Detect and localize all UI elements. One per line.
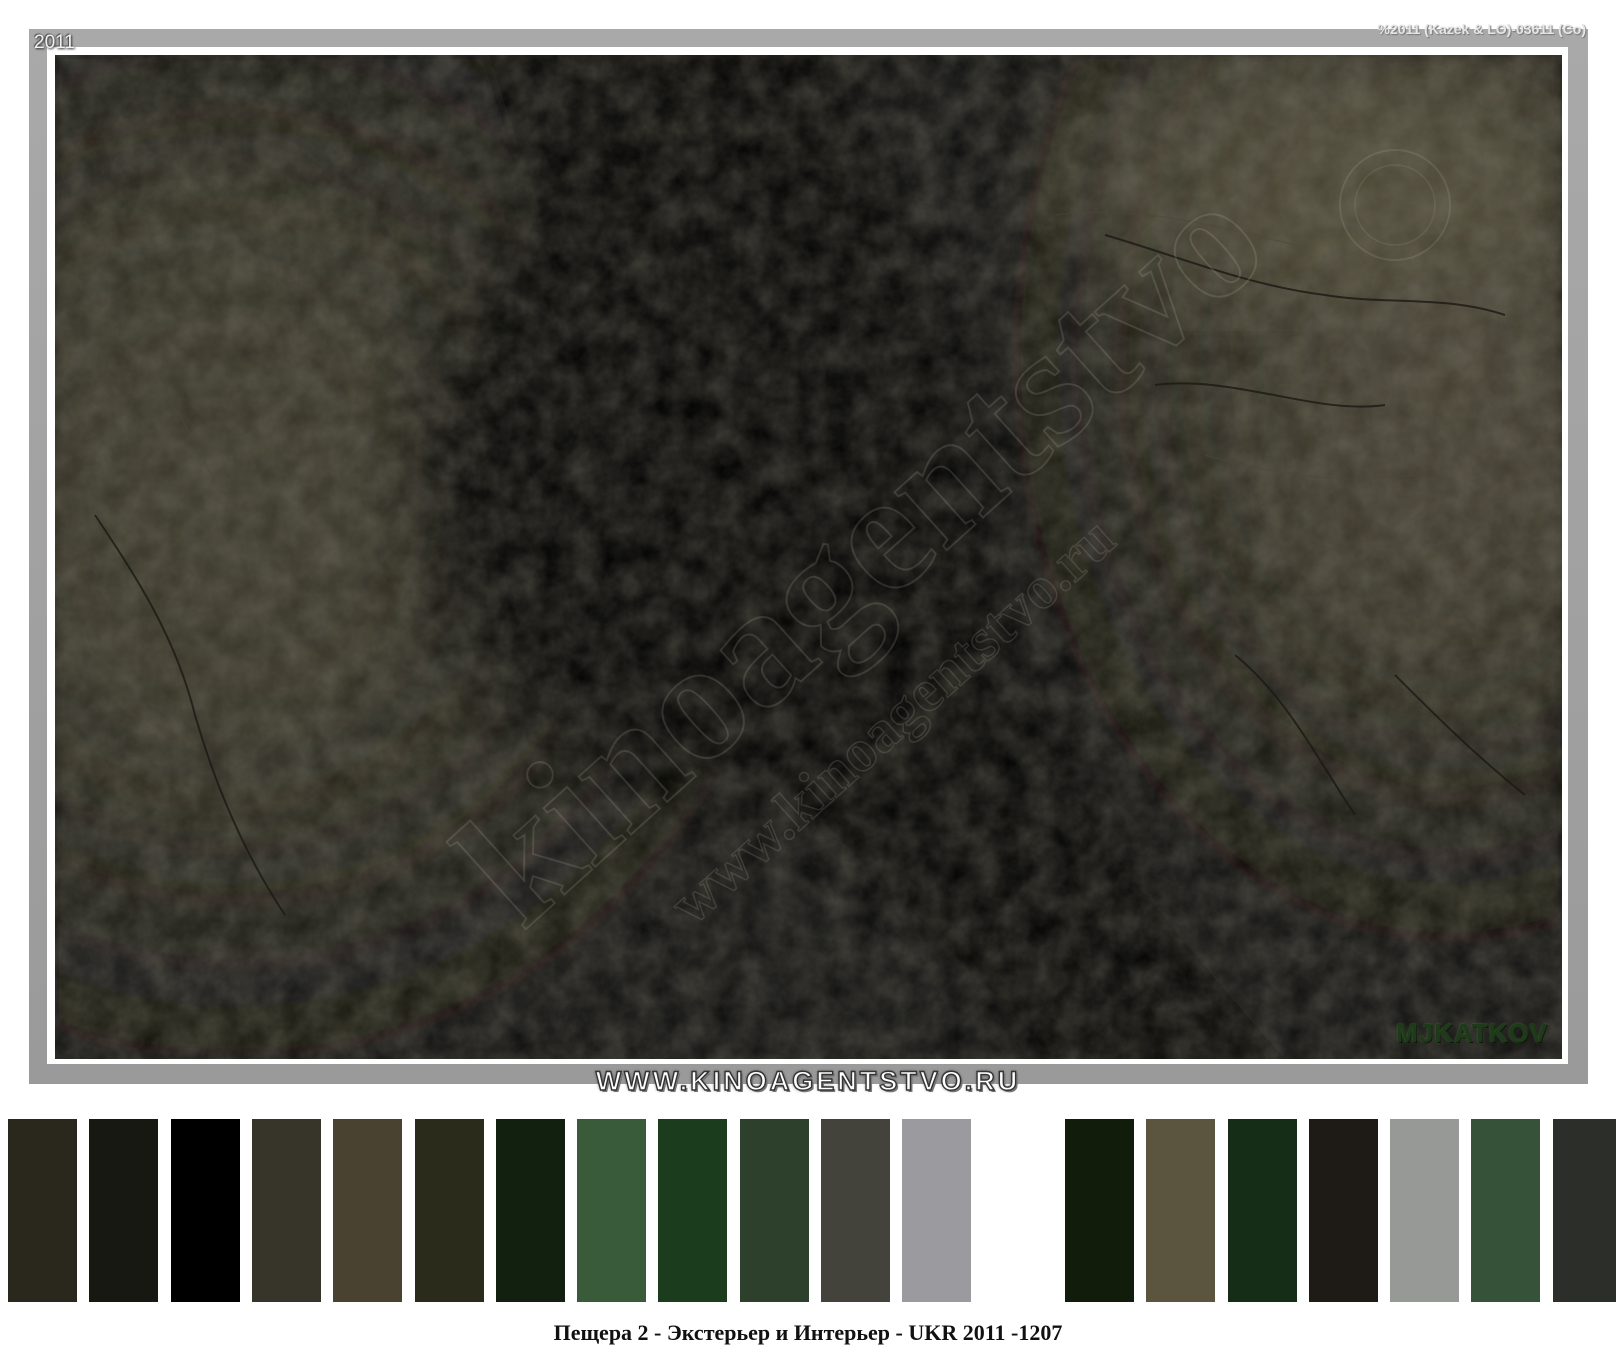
color-swatch [1553, 1119, 1616, 1302]
color-swatch [1065, 1119, 1134, 1302]
color-swatch [1228, 1119, 1297, 1302]
color-swatch [821, 1119, 890, 1302]
photographer-mark: MJKATKOV [1396, 1018, 1548, 1048]
color-swatch [658, 1119, 727, 1302]
color-swatch [333, 1119, 402, 1302]
color-swatch [1471, 1119, 1540, 1302]
copyright-label: %2011 (Kazek & LO)-03611 (Co) [1377, 21, 1586, 37]
color-swatch [171, 1119, 240, 1302]
color-swatch [252, 1119, 321, 1302]
website-banner[interactable]: WWW.KINOAGENTSTVO.RU [0, 1065, 1616, 1096]
color-swatch [496, 1119, 565, 1302]
caption: Пещера 2 - Экстерьер и Интерьер - UKR 20… [553, 1320, 1063, 1345]
color-swatch [740, 1119, 809, 1302]
color-swatch [1309, 1119, 1378, 1302]
color-swatch [1146, 1119, 1215, 1302]
color-swatch [8, 1119, 77, 1302]
color-swatch [984, 1119, 1053, 1302]
cave-photo-image: kinoagentstvo www.kinoagentstvo.ru [55, 55, 1562, 1059]
year-label: 2011 [34, 32, 75, 53]
color-swatch [89, 1119, 158, 1302]
color-swatch [577, 1119, 646, 1302]
color-swatch [902, 1119, 971, 1302]
color-palette [0, 1119, 1616, 1302]
color-swatch [415, 1119, 484, 1302]
color-swatch [1390, 1119, 1459, 1302]
cave-photo: kinoagentstvo www.kinoagentstvo.ru MJKAT… [55, 55, 1562, 1059]
